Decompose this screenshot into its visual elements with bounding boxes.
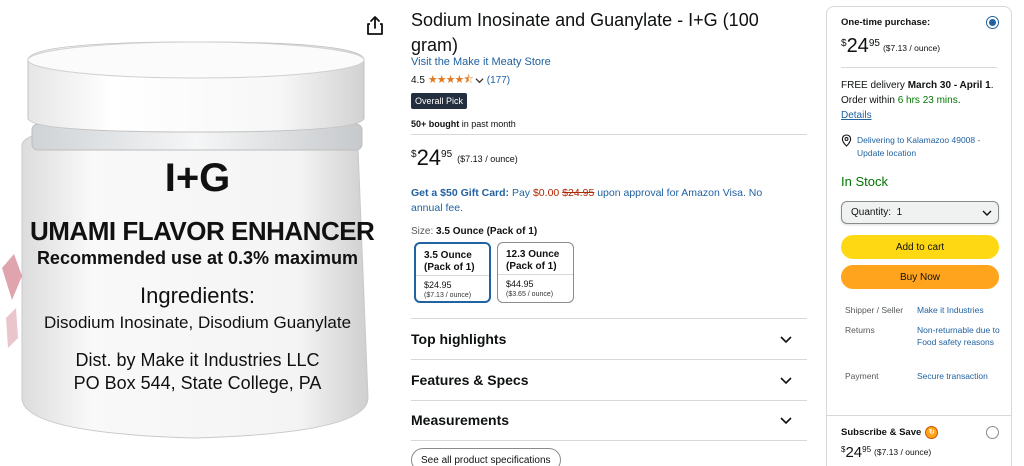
delivery-location-link[interactable]: Delivering to Kalamazoo 49008 - Update l…	[841, 134, 1006, 160]
delivery-countdown: 6 hrs 23 mins	[897, 95, 958, 106]
jar-label-line: Ingredients:	[140, 283, 255, 308]
size-option-unit-price: ($3.65 / ounce)	[506, 291, 554, 298]
subscribe-save-text: Subscribe & Save	[841, 427, 922, 438]
see-all-specs-button[interactable]: See all product specifications	[411, 448, 561, 466]
buybox-price: $ 24 95 ($7.13 / ounce)	[841, 35, 940, 57]
rating-row: 4.5 ★★★★⯪ (177)	[411, 73, 510, 87]
bought-count-bold: 50+ bought	[411, 119, 460, 129]
divider	[411, 440, 807, 441]
size-option-price: $24.95	[424, 280, 452, 290]
jar-label-line: PO Box 544, State College, PA	[73, 373, 322, 393]
bought-count-rest: in past month	[459, 119, 516, 129]
size-option-price: $44.95	[506, 279, 534, 289]
gift-card-title: Get a $50 Gift Card:	[411, 187, 510, 199]
price-whole: 24	[416, 145, 442, 170]
jar-label-line: Disodium Inosinate, Disodium Guanylate	[43, 313, 352, 332]
share-icon[interactable]	[363, 14, 387, 38]
divider	[498, 274, 573, 275]
star-icon[interactable]: ★★★★⯪	[428, 71, 474, 90]
info-key: Payment	[845, 371, 879, 381]
size-option-12-3-ounce[interactable]: 12.3 Ounce (Pack of 1) $44.95 ($3.65 / o…	[497, 242, 574, 303]
divider	[827, 415, 1011, 416]
section-title: Measurements	[411, 412, 510, 428]
section-title: Features & Specs	[411, 372, 529, 388]
jar-label-line: I+G	[164, 156, 231, 200]
product-title: Sodium Inosinate and Guanylate - I+G (10…	[411, 10, 759, 55]
store-link[interactable]: Visit the Make it Meaty Store	[411, 56, 551, 68]
subscribe-badge-icon: ↻	[925, 426, 939, 439]
bought-count: 50+ bought in past month	[411, 119, 516, 129]
buy-now-button[interactable]: Buy Now	[841, 265, 999, 289]
section-features-specs[interactable]: Features & Specs	[411, 360, 807, 400]
gift-card-old-price: $24.95	[562, 187, 595, 199]
jar-label-line: UMAMI FLAVOR ENHANCER	[30, 216, 375, 246]
size-option-unit-price: ($7.13 / ounce)	[424, 292, 472, 299]
size-label-prefix: Size:	[411, 226, 437, 237]
gift-card-new-price: $0.00	[532, 187, 560, 199]
product-image[interactable]: I+G UMAMI FLAVOR ENHANCER Recommended us…	[0, 38, 395, 466]
info-key: Shipper / Seller	[845, 305, 904, 315]
jar-label-line: Dist. by Make it Industries LLC	[75, 350, 320, 370]
chevron-down-icon[interactable]	[475, 76, 484, 85]
gift-card-pay: Pay	[509, 187, 533, 199]
gift-card-offer[interactable]: Get a $50 Gift Card: Pay $0.00 $24.95 up…	[411, 186, 791, 216]
chevron-down-icon	[780, 417, 792, 425]
delivery-end: .	[957, 95, 961, 106]
section-title: Top highlights	[411, 331, 507, 347]
one-time-purchase-label: One-time purchase:	[841, 17, 931, 28]
delivery-date: March 30 - April 1	[907, 80, 991, 91]
buy-box: One-time purchase: $ 24 95 ($7.13 / ounc…	[826, 6, 1012, 466]
price-per-unit: ($7.13 / ounce)	[457, 154, 518, 164]
size-label: Size: 3.5 Ounce (Pack of 1)	[411, 226, 537, 237]
location-pin-icon	[841, 134, 852, 147]
section-measurements[interactable]: Measurements	[411, 400, 807, 440]
info-key: Returns	[845, 325, 875, 335]
size-selected: 3.5 Ounce (Pack of 1)	[436, 226, 538, 237]
price-whole: 24	[846, 35, 869, 57]
price-whole: 24	[845, 444, 863, 461]
chevron-down-icon	[780, 377, 792, 385]
price-fraction: 95	[868, 38, 880, 49]
quantity-value: Quantity: 1	[851, 207, 903, 218]
subscribe-price: $ 24 95 ($7.13 / ounce)	[841, 444, 931, 461]
price-fraction: 95	[862, 445, 872, 454]
product-details: Sodium Inosinate and Guanylate - I+G (10…	[411, 0, 807, 466]
price-per-unit: ($7.13 / ounce)	[874, 447, 932, 457]
product-image-panel: I+G UMAMI FLAVOR ENHANCER Recommended us…	[0, 0, 395, 466]
overall-pick-badge: Overall Pick	[411, 93, 468, 109]
subscribe-save-radio-icon[interactable]	[986, 426, 999, 439]
add-to-cart-button[interactable]: Add to cart	[841, 235, 999, 259]
section-top-highlights[interactable]: Top highlights	[411, 319, 807, 359]
seller-link[interactable]: Make it Industries	[917, 304, 1007, 316]
rating-value: 4.5	[411, 74, 425, 86]
chevron-down-icon	[982, 210, 992, 216]
size-option-label: 12.3 Ounce (Pack of 1)	[506, 249, 560, 272]
delivery-prefix: FREE delivery	[841, 80, 908, 91]
quantity-select[interactable]: Quantity: 1	[841, 201, 999, 224]
divider	[841, 67, 997, 68]
delivery-location-text: Delivering to Kalamazoo 49008 - Update l…	[857, 135, 981, 158]
stock-status: In Stock	[841, 174, 888, 189]
price: $ 24 95 ($7.13 / ounce)	[411, 146, 518, 170]
divider	[416, 275, 489, 276]
returns-link[interactable]: Non-returnable due to Food safety reason…	[917, 324, 1007, 348]
delivery-info: FREE delivery March 30 - April 1. Order …	[841, 78, 1001, 123]
chevron-down-icon	[780, 336, 792, 344]
rating-count-link[interactable]: (177)	[487, 75, 510, 86]
jar-label-line: Recommended use at 0.3% maximum	[36, 248, 359, 268]
one-time-purchase-radio-icon[interactable]	[986, 16, 999, 29]
price-fraction: 95	[441, 149, 453, 160]
size-option-3-5-ounce[interactable]: 3.5 Ounce (Pack of 1) $24.95 ($7.13 / ou…	[414, 242, 491, 303]
delivery-details-link[interactable]: Details	[841, 110, 872, 121]
divider	[411, 134, 807, 135]
payment-link[interactable]: Secure transaction	[917, 370, 1007, 382]
size-option-label: 3.5 Ounce (Pack of 1)	[424, 250, 475, 273]
price-per-unit: ($7.13 / ounce)	[882, 43, 941, 53]
subscribe-save-label: Subscribe & Save ↻	[841, 426, 939, 439]
